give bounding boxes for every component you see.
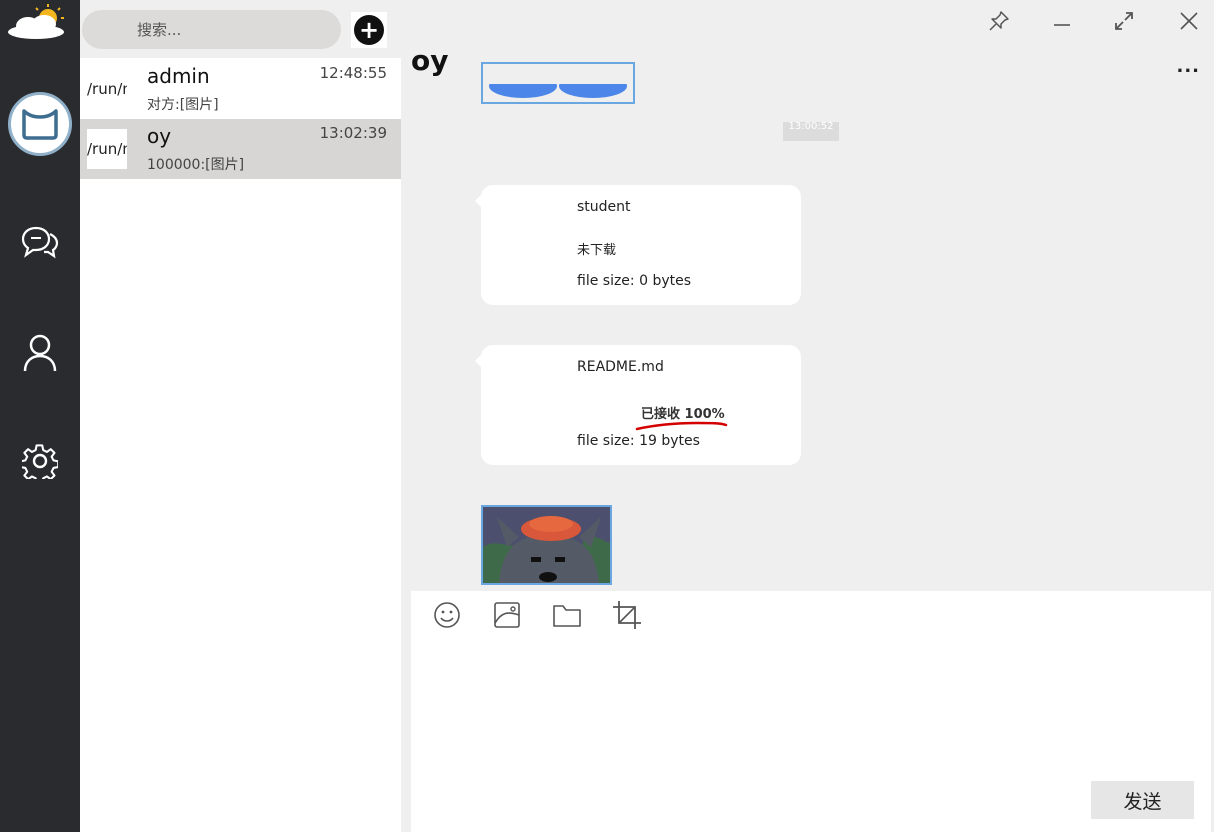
app-logo[interactable] [8,92,72,156]
file-size: file size: 19 bytes [577,433,700,449]
settings-nav-button[interactable] [16,437,64,485]
nav-rail [0,0,80,832]
file-button[interactable] [551,599,583,631]
search-input[interactable] [82,10,341,49]
folder-icon [553,605,581,627]
user-icon [23,334,57,372]
image-thumbnail [483,64,633,98]
close-button[interactable] [1174,6,1204,36]
close-icon [1180,12,1198,30]
emoji-button[interactable] [431,599,463,631]
avatar: /run/media [87,129,127,169]
pin-icon [989,11,1009,31]
gear-icon [22,444,58,479]
file-message[interactable]: student 未下载 file size: 0 bytes [475,185,801,305]
plus-icon: + [354,15,384,45]
conversation-preview: 100000:[图片] [147,157,245,173]
chat-title: oy [411,44,449,77]
weather-icon [8,4,64,39]
chat-app: + /run/media admin 12:48:55 对方:[图片] /run… [0,0,1214,832]
smiley-icon [434,602,460,628]
search-bar: + [80,0,401,58]
more-options-button[interactable]: ... [1176,56,1200,77]
send-button[interactable]: 发送 [1091,781,1194,819]
conversation-time: 13:02:39 [319,124,387,142]
file-name: README.md [577,359,664,375]
conversation-time: 12:48:55 [319,64,387,82]
contacts-nav-button[interactable] [16,328,64,376]
avatar: /run/media [87,69,127,109]
minimize-button[interactable] [1047,6,1077,36]
wolf-cartoon-image [483,507,610,583]
chat-nav-button[interactable] [16,218,64,266]
minimize-icon [1054,24,1070,26]
conversation-list-pane: + /run/media admin 12:48:55 对方:[图片] /run… [80,0,401,832]
screenshot-button[interactable] [611,599,643,631]
download-status[interactable]: 未下载 [577,239,616,258]
image-icon [494,602,520,628]
image-message[interactable] [481,505,612,585]
image-button[interactable] [491,599,523,631]
image-message[interactable] [481,62,635,104]
chat-pane: oy ... 13:00:52 student 未下载 file size: 0… [401,0,1214,832]
red-annotation-underline [635,421,728,431]
maximize-button[interactable] [1109,6,1139,36]
conversation-name: admin [147,64,210,88]
conversation-preview: 对方:[图片] [147,97,219,113]
conversation-item-oy[interactable]: /run/media oy 13:02:39 100000:[图片] [80,119,401,179]
file-message[interactable]: README.md 已接收 100% file size: 19 bytes [475,345,801,465]
message-timestamp: 13:00:52 [783,122,839,141]
add-contact-button[interactable]: + [351,12,387,48]
pin-button[interactable] [984,6,1014,36]
mailbox-logo-icon [22,109,58,140]
file-name: student [577,199,631,215]
chat-bubbles-icon [21,226,59,259]
message-input-area[interactable]: 发送 [411,591,1211,832]
crop-icon [613,601,641,629]
conversation-name: oy [147,124,172,148]
file-size: file size: 0 bytes [577,273,692,289]
conversation-item-admin[interactable]: /run/media admin 12:48:55 对方:[图片] [80,59,401,119]
expand-icon [1115,12,1133,30]
